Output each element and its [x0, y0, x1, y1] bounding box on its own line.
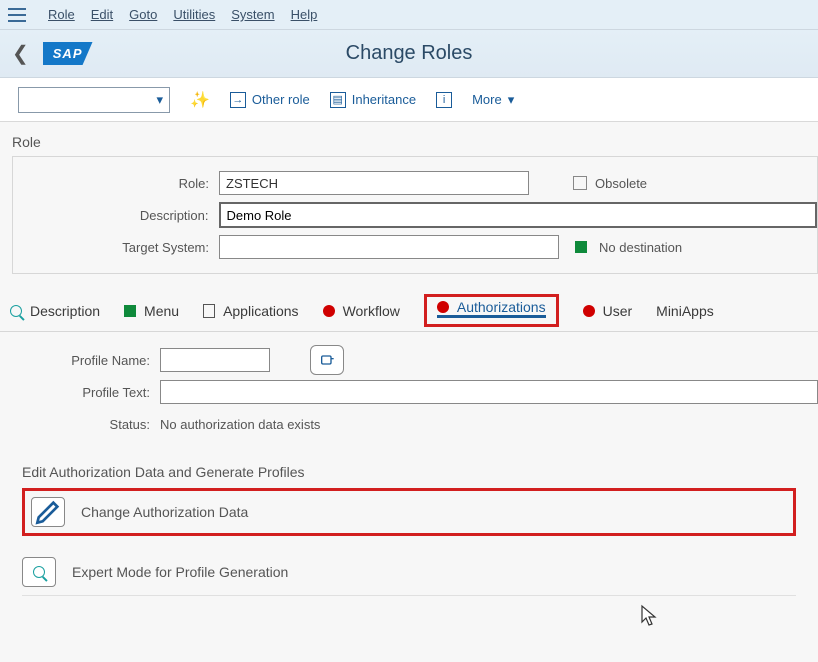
tab-menu[interactable]: Menu: [124, 290, 179, 331]
profile-name-input[interactable]: [160, 348, 270, 372]
tab-user[interactable]: User: [583, 290, 633, 331]
status-label: Status:: [20, 417, 160, 432]
edit-auth-header: Edit Authorization Data and Generate Pro…: [0, 440, 818, 488]
green-status-icon: [124, 305, 136, 317]
target-system-label: Target System:: [13, 240, 219, 255]
cursor-icon: [640, 604, 660, 628]
role-section-header: Role: [0, 122, 818, 156]
toolbar: ▾ ✨ → Other role ▤ Inheritance i More ▾: [0, 78, 818, 122]
menu-goto[interactable]: Goto: [129, 7, 157, 22]
tab-description[interactable]: Description: [10, 290, 100, 331]
other-role-label: Other role: [252, 92, 310, 107]
tab-authorizations[interactable]: Authorizations: [437, 299, 546, 318]
tab-workflow[interactable]: Workflow: [323, 290, 400, 331]
inheritance-link[interactable]: ▤ Inheritance: [330, 92, 416, 108]
profile-text-label: Profile Text:: [20, 385, 160, 400]
sap-logo: SAP: [43, 42, 93, 65]
obsolete-label: Obsolete: [595, 176, 647, 191]
role-panel: Role: Obsolete Description: Target Syste…: [12, 156, 818, 274]
highlight-box-tabs: Authorizations: [424, 294, 559, 327]
target-system-input[interactable]: [219, 235, 559, 259]
page-title: Change Roles: [346, 42, 473, 65]
menu-role[interactable]: Role: [48, 7, 75, 22]
target-status-icon: [575, 241, 587, 253]
menu-system[interactable]: System: [231, 7, 274, 22]
grid-icon: ▤: [330, 92, 346, 108]
toolbar-dropdown[interactable]: ▾: [18, 87, 170, 113]
profile-panel: Profile Name: Profile Text: Status: No a…: [0, 332, 818, 440]
more-menu[interactable]: More ▾: [472, 92, 514, 108]
tab-miniapps[interactable]: MiniApps: [656, 290, 714, 331]
menubar: Role Edit Goto Utilities System Help: [0, 0, 818, 30]
description-input[interactable]: [219, 202, 818, 228]
magnifier-icon: [33, 566, 45, 578]
info-icon[interactable]: i: [436, 92, 452, 108]
profile-text-input[interactable]: [160, 380, 818, 404]
red-status-icon: [583, 305, 595, 317]
change-auth-button[interactable]: [31, 497, 65, 527]
inheritance-label: Inheritance: [352, 92, 416, 107]
expert-mode-button[interactable]: [22, 557, 56, 587]
tab-applications[interactable]: Applications: [203, 290, 299, 331]
change-auth-row: Change Authorization Data: [22, 488, 796, 536]
profile-browse-button[interactable]: [310, 345, 344, 375]
chevron-down-icon: ▾: [508, 92, 515, 108]
role-input[interactable]: [219, 171, 529, 195]
role-label: Role:: [13, 176, 219, 191]
arrow-icon: →: [230, 92, 246, 108]
other-role-link[interactable]: → Other role: [230, 92, 310, 108]
titlebar: ❮ SAP Change Roles: [0, 30, 818, 78]
document-icon: [203, 304, 215, 318]
expert-mode-label: Expert Mode for Profile Generation: [72, 564, 288, 580]
no-destination-label: No destination: [599, 240, 682, 255]
red-status-icon: [437, 301, 449, 313]
change-auth-label: Change Authorization Data: [81, 504, 248, 520]
back-button[interactable]: ❮: [12, 41, 29, 66]
magnifier-icon: [10, 305, 22, 317]
hamburger-icon[interactable]: [8, 8, 26, 22]
expert-mode-row: Expert Mode for Profile Generation: [22, 548, 796, 596]
obsolete-checkbox[interactable]: [573, 176, 587, 190]
red-status-icon: [323, 305, 335, 317]
profile-name-label: Profile Name:: [20, 353, 160, 368]
magic-wand-icon[interactable]: ✨: [190, 90, 210, 110]
menu-edit[interactable]: Edit: [91, 7, 113, 22]
menu-utilities[interactable]: Utilities: [173, 7, 215, 22]
description-label: Description:: [13, 208, 219, 223]
status-value: No authorization data exists: [160, 417, 320, 432]
menu-help[interactable]: Help: [291, 7, 318, 22]
tab-bar: Description Menu Applications Workflow A…: [0, 290, 818, 332]
more-label: More: [472, 92, 502, 107]
